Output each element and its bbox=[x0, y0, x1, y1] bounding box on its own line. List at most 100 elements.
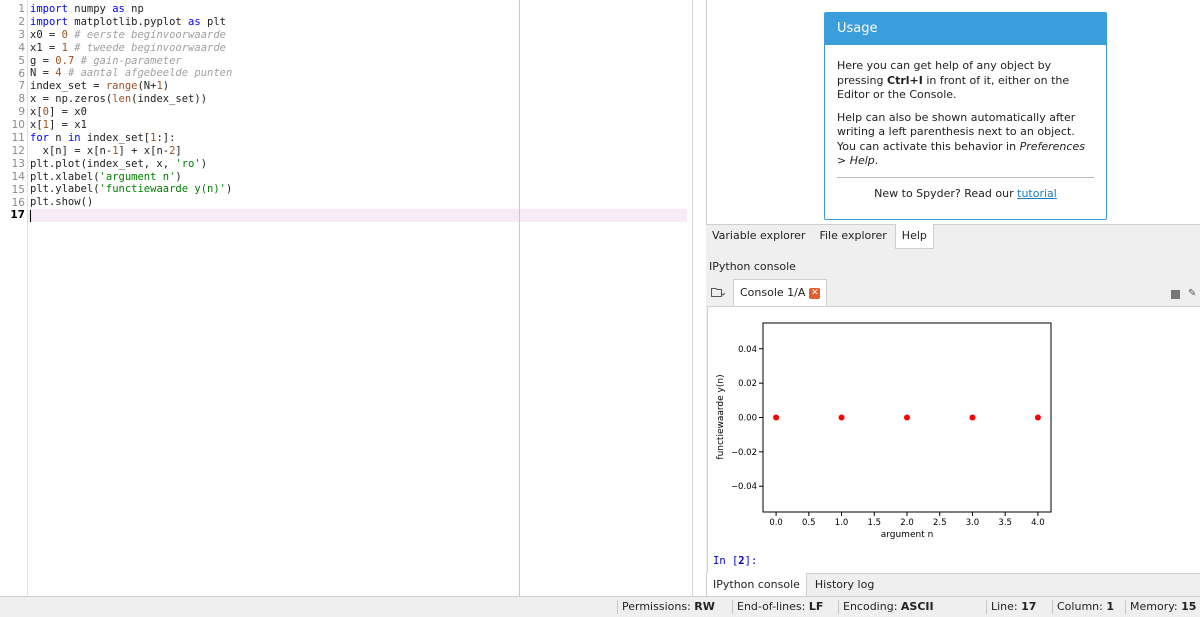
status-label: End-of-lines: bbox=[737, 600, 806, 613]
tab-ipython-console[interactable]: IPython console bbox=[706, 573, 807, 598]
tutorial-link[interactable]: tutorial bbox=[1017, 187, 1057, 200]
code-token: 'ro' bbox=[175, 157, 201, 170]
code-token: 'argument n' bbox=[99, 170, 176, 183]
text-cursor bbox=[30, 210, 31, 222]
prompt-suffix: ]: bbox=[744, 555, 758, 567]
status-value: ASCII bbox=[900, 600, 934, 613]
y-tick-label: 0.04 bbox=[738, 345, 757, 355]
code-token: # aantal afgebeelde punten bbox=[61, 67, 233, 80]
eraser-icon[interactable]: ✎ bbox=[1188, 289, 1198, 299]
line-number: 4 bbox=[18, 41, 25, 54]
line-number: 3 bbox=[18, 28, 25, 41]
code-token: ) bbox=[200, 157, 208, 170]
status-label: Permissions: bbox=[622, 600, 691, 613]
code-token: len bbox=[112, 93, 132, 106]
code-token: x0 = bbox=[30, 28, 62, 41]
shortcut-text: Ctrl+I bbox=[887, 73, 923, 87]
code-token: plt.ylabel( bbox=[30, 183, 100, 196]
code-line: x[0] = x0 bbox=[30, 106, 232, 119]
usage-paragraph-1: Here you can get help of any object by p… bbox=[837, 59, 1094, 103]
code-token: # eerste beginvoorwaarde bbox=[67, 28, 226, 41]
status-column: Column: 1 bbox=[1052, 600, 1118, 614]
y-axis-label: functiewaarde y(n) bbox=[716, 374, 726, 459]
stop-icon[interactable] bbox=[1171, 290, 1180, 299]
status-label: Line: bbox=[991, 600, 1018, 613]
line-number: 1 bbox=[18, 3, 25, 15]
line-number: 17 bbox=[10, 209, 25, 222]
y-tick-label: 0.02 bbox=[738, 379, 757, 389]
code-token: ] = x1 bbox=[48, 119, 87, 132]
code-token: ) bbox=[225, 183, 233, 196]
code-line: index_set = range(N+1) bbox=[30, 80, 232, 93]
code-line: x1 = 1 # tweede beginvoorwaarde bbox=[30, 42, 232, 55]
console-tab-bar: Console 1/A ✕ ✎ bbox=[706, 279, 1200, 306]
ipython-console[interactable]: 0.04 0.02 0.00 −0.02 −0.04 0.0 0.5 1.0 1.5 2.0 2.… bbox=[707, 306, 1200, 574]
footer-text: New to Spyder? Read our bbox=[874, 186, 1018, 200]
status-label: Encoding: bbox=[843, 600, 898, 613]
code-token: (index_set)) bbox=[131, 93, 208, 106]
usage-text: . bbox=[874, 154, 879, 167]
code-token: g = bbox=[30, 54, 56, 67]
line-number: 9 bbox=[18, 106, 25, 119]
tab-console-1a[interactable]: Console 1/A ✕ bbox=[733, 279, 828, 306]
code-token: np bbox=[124, 3, 144, 15]
tab-history-log[interactable]: History log bbox=[809, 573, 880, 597]
status-permissions: Permissions: RW bbox=[617, 600, 719, 614]
data-point bbox=[838, 414, 845, 421]
tab-help[interactable]: Help bbox=[894, 224, 934, 249]
prompt-prefix: In [ bbox=[713, 555, 739, 567]
code-token: in bbox=[67, 131, 81, 144]
code-token: x[n] = x[n- bbox=[30, 144, 113, 157]
code-line: x[1] = x1 bbox=[30, 119, 232, 132]
status-value: LF bbox=[808, 600, 824, 613]
status-line: Line: 17 bbox=[986, 600, 1040, 614]
code-token: matplotlib.pyplot bbox=[67, 15, 189, 28]
code-token: # gain-parameter bbox=[74, 54, 182, 67]
data-point bbox=[773, 414, 780, 421]
status-value: 1 bbox=[1106, 600, 1114, 613]
code-token: plt bbox=[200, 15, 226, 28]
status-label: Column: bbox=[1057, 600, 1103, 613]
console-prompt[interactable]: In [2]: bbox=[713, 555, 757, 567]
code-token: as bbox=[112, 3, 125, 15]
folder-icon[interactable] bbox=[711, 287, 725, 297]
code-editor[interactable]: 1 2 3 4 5 6 7 8 9 10 11 12 13 14 15 16 17 import numpy a… bbox=[0, 0, 693, 596]
x-axis-label: argument n bbox=[881, 530, 934, 540]
status-label: Memory: bbox=[1130, 600, 1178, 613]
code-token: x[ bbox=[30, 106, 43, 119]
usage-title: Usage bbox=[825, 13, 1106, 45]
x-tick-label: 3.5 bbox=[998, 518, 1012, 528]
code-token: ] bbox=[175, 144, 182, 157]
close-icon[interactable]: ✕ bbox=[809, 287, 821, 299]
code-token: x[ bbox=[30, 119, 43, 132]
code-token: import bbox=[30, 15, 68, 28]
code-line: import numpy as np bbox=[30, 3, 232, 16]
code-token: ] + x[n- bbox=[118, 144, 170, 157]
tab-variable-explorer[interactable]: Variable explorer bbox=[706, 224, 811, 248]
status-encoding: Encoding: ASCII bbox=[838, 600, 938, 614]
code-line: plt.show() bbox=[30, 196, 232, 209]
divider bbox=[837, 176, 1094, 178]
tab-file-explorer[interactable]: File explorer bbox=[813, 224, 892, 248]
line-number-gutter: 1 2 3 4 5 6 7 8 9 10 11 12 13 14 15 16 17 bbox=[0, 0, 28, 596]
code-token: # tweede beginvoorwaarde bbox=[67, 41, 226, 54]
data-point bbox=[1034, 414, 1041, 421]
code-token: for bbox=[30, 131, 49, 144]
x-tick-label: 2.5 bbox=[933, 518, 947, 528]
line-number: 16 bbox=[11, 196, 25, 209]
right-pane: Usage Here you can get help of any objec… bbox=[706, 0, 1200, 598]
help-pane: Usage Here you can get help of any objec… bbox=[706, 0, 1200, 225]
code-token: plt.show() bbox=[30, 196, 94, 209]
x-tick-label: 4.0 bbox=[1031, 518, 1045, 528]
code-line: import matplotlib.pyplot as plt bbox=[30, 16, 232, 29]
usage-body: Here you can get help of any object by p… bbox=[825, 45, 1106, 201]
line-number: 5 bbox=[18, 54, 25, 67]
code-area[interactable]: import numpy as np import matplotlib.pypl… bbox=[30, 3, 232, 222]
code-line: g = 0.7 # gain-parameter bbox=[30, 55, 232, 68]
code-line: x0 = 0 # eerste beginvoorwaarde bbox=[30, 29, 232, 42]
code-token: N = bbox=[30, 67, 56, 80]
code-token: numpy bbox=[67, 3, 113, 15]
code-token: plt.xlabel( bbox=[30, 170, 100, 183]
usage-footer: New to Spyder? Read our tutorial bbox=[837, 187, 1094, 202]
code-token: n bbox=[48, 131, 68, 144]
